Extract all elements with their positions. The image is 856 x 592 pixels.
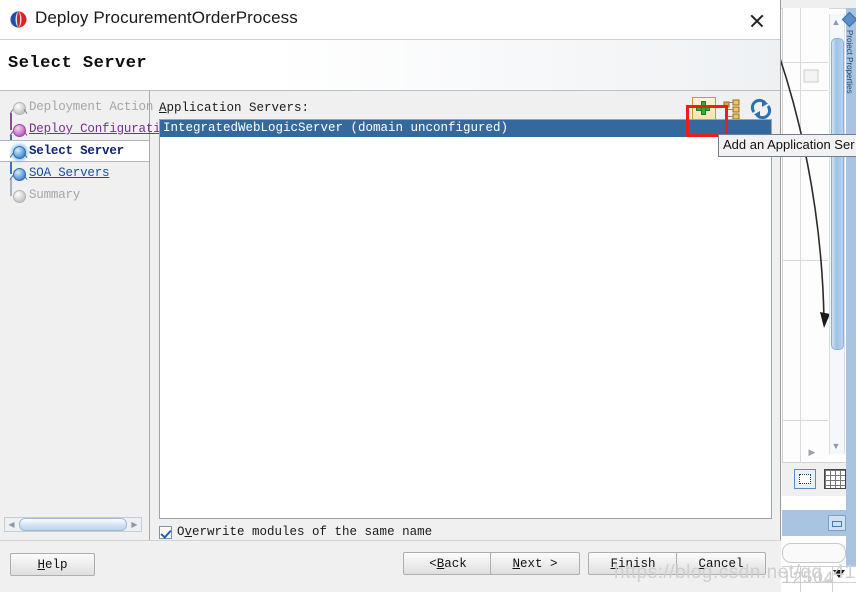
dialog-titlebar: Deploy ProcurementOrderProcess	[0, 0, 780, 40]
application-servers-label: Application Servers:	[159, 101, 309, 115]
overwrite-modules-label: Overwrite modules of the same name	[177, 525, 432, 539]
background-grid-line	[782, 420, 828, 421]
btn-mnemonic: F	[610, 556, 618, 571]
screen-root: ▲ ▼ Proiect Properties ▶ 12504 Deploy Pr…	[0, 0, 856, 592]
scroll-down-arrow-icon[interactable]: ▼	[830, 440, 842, 452]
dialog-footer: Help < Back Next > Finish Cancel	[0, 540, 781, 592]
background-vertical-tab-label: Proiect Properties	[845, 30, 854, 94]
refresh-application-server-icon[interactable]	[750, 98, 772, 120]
step-node-icon	[8, 96, 29, 118]
oracle-logo-icon	[10, 11, 27, 28]
dropdown-caret-icon[interactable]	[833, 570, 845, 578]
help-button[interactable]: Help	[10, 553, 95, 576]
sidebar-item-summary[interactable]: Summary	[0, 184, 149, 206]
btn-mnemonic: B	[436, 556, 445, 571]
sidebar-item-select-server[interactable]: Select Server	[0, 140, 149, 162]
sidebar-item-label: Summary	[29, 188, 81, 202]
sidebar-item-label: SOA Servers	[29, 166, 110, 180]
overwrite-modules-row[interactable]: Overwrite modules of the same name	[159, 525, 432, 539]
checkbox-label-suffix: erwrite modules of the same name	[192, 525, 433, 539]
deploy-dialog: Deploy ProcurementOrderProcess Select Se…	[0, 0, 781, 592]
checkbox-label-prefix: O	[177, 525, 185, 539]
sidebar-item-deployment-action[interactable]: Deployment Action	[0, 96, 153, 118]
back-button[interactable]: < Back	[403, 552, 493, 575]
dialog-header: Select Server	[0, 40, 780, 91]
sidebar-item-label: Deployment Action	[29, 100, 154, 114]
scroll-up-arrow-icon[interactable]: ▲	[830, 16, 842, 28]
step-node-icon	[8, 140, 29, 162]
btn-post: inish	[618, 556, 656, 571]
sidebar-horizontal-scrollbar[interactable]: ◀ ▶	[4, 517, 142, 532]
background-status-pill	[782, 543, 846, 563]
btn-post: ancel	[706, 556, 744, 571]
wizard-sidebar: Deployment Action Deploy Configuration S…	[0, 91, 175, 542]
sidebar-item-soa-servers[interactable]: SOA Servers	[0, 162, 149, 184]
minimize-panel-icon[interactable]	[828, 515, 846, 531]
background-watermark-right: 12504	[782, 568, 835, 587]
finish-button[interactable]: Finish	[588, 552, 678, 575]
sidebar-item-label: Select Server	[29, 144, 124, 158]
step-node-icon	[8, 118, 29, 140]
application-servers-list[interactable]: IntegratedWebLogicServer (domain unconfi…	[159, 119, 772, 519]
main-panel: Application Servers: IntegratedWebLogicS…	[150, 91, 780, 542]
scrollbar-thumb[interactable]	[19, 518, 127, 531]
step-node-icon	[8, 162, 29, 184]
btn-post: elp	[45, 557, 68, 572]
add-application-server-tooltip: Add an Application Ser	[718, 134, 856, 157]
wizard-step-list: Deployment Action Deploy Configuration S…	[0, 96, 175, 206]
step-node-icon	[8, 184, 29, 206]
sidebar-item-deploy-configuration[interactable]: Deploy Configuration	[0, 118, 175, 140]
dialog-title: Deploy ProcurementOrderProcess	[35, 8, 298, 27]
btn-post: ack	[444, 556, 467, 571]
highlight-annotation-box	[686, 105, 728, 137]
application-servers-label-mnemonic: A	[159, 101, 167, 115]
btn-mnemonic: C	[698, 556, 706, 571]
scroll-right-arrow-icon[interactable]: ▶	[128, 520, 141, 529]
btn-mnemonic: N	[512, 556, 520, 571]
page-title: Select Server	[8, 54, 148, 73]
overwrite-modules-checkbox[interactable]	[159, 525, 172, 539]
list-item[interactable]: IntegratedWebLogicServer (domain unconfi…	[160, 120, 771, 137]
grid-toggle-icon[interactable]	[824, 469, 846, 489]
btn-pre: <	[429, 556, 437, 571]
btn-mnemonic: H	[37, 557, 45, 572]
dialog-body: Deployment Action Deploy Configuration S…	[0, 91, 780, 542]
application-servers-label-rest: pplication Servers:	[166, 101, 310, 115]
background-right-panel	[846, 8, 856, 592]
close-icon[interactable]	[746, 10, 768, 32]
selection-tool-icon[interactable]	[794, 469, 816, 489]
scroll-right-arrow-icon[interactable]: ▶	[806, 446, 818, 458]
background-vertical-scrollbar-thumb[interactable]	[831, 38, 844, 350]
btn-post: ext >	[520, 556, 558, 571]
checkbox-label-mnemonic: v	[184, 525, 193, 539]
scroll-left-arrow-icon[interactable]: ◀	[5, 520, 18, 529]
cancel-button[interactable]: Cancel	[676, 552, 766, 575]
next-button[interactable]: Next >	[490, 552, 580, 575]
